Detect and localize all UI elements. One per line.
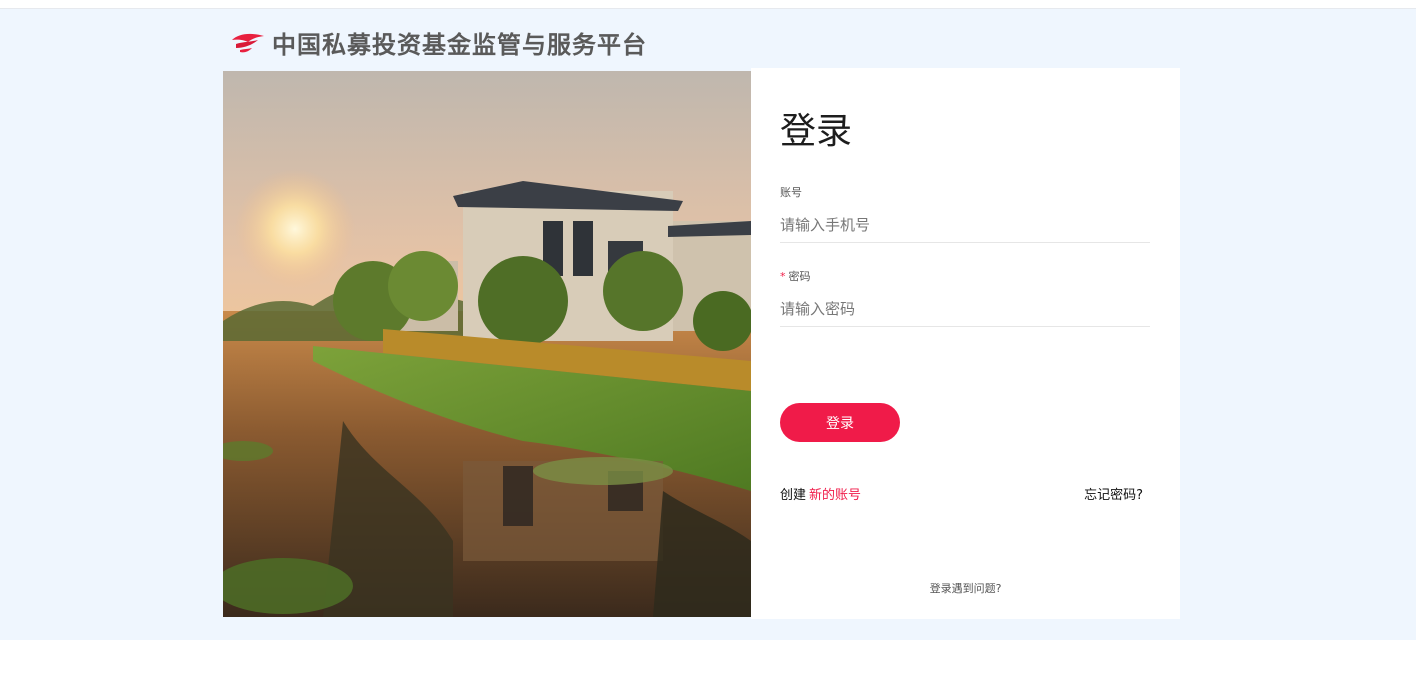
password-input[interactable] [780,292,1150,327]
create-account-row: 创建 新的账号 [780,484,861,503]
login-card: 登录 账号 *密码 登录 创建新的账号 忘记密码? 登录遇到问题? [751,68,1180,619]
create-prefix: 创建 [780,488,807,503]
login-title: 登录 [780,111,853,152]
login-button[interactable]: 登录 [780,403,900,442]
platform-title: 中国私募投资基金监管与服务平台 [272,30,647,59]
site-header: 中国私募投资基金监管与服务平台 [230,24,647,60]
login-help-link[interactable]: 登录遇到问题? [751,580,1180,596]
account-input[interactable] [780,208,1150,243]
account-label-text: 账号 [780,186,802,199]
hero-photo [223,71,751,617]
forgot-password-link[interactable]: 忘记密码? [1084,484,1143,503]
account-label: 账号 [780,184,802,200]
top-divider [0,0,1416,9]
password-label-text: 密码 [788,270,811,283]
create-account-link[interactable]: 新的账号 [809,488,861,503]
red-bird-logo-icon [232,33,264,53]
villa-lake-photo [223,71,751,617]
password-label: * 密码 [780,268,811,284]
required-mark: * [780,270,786,283]
